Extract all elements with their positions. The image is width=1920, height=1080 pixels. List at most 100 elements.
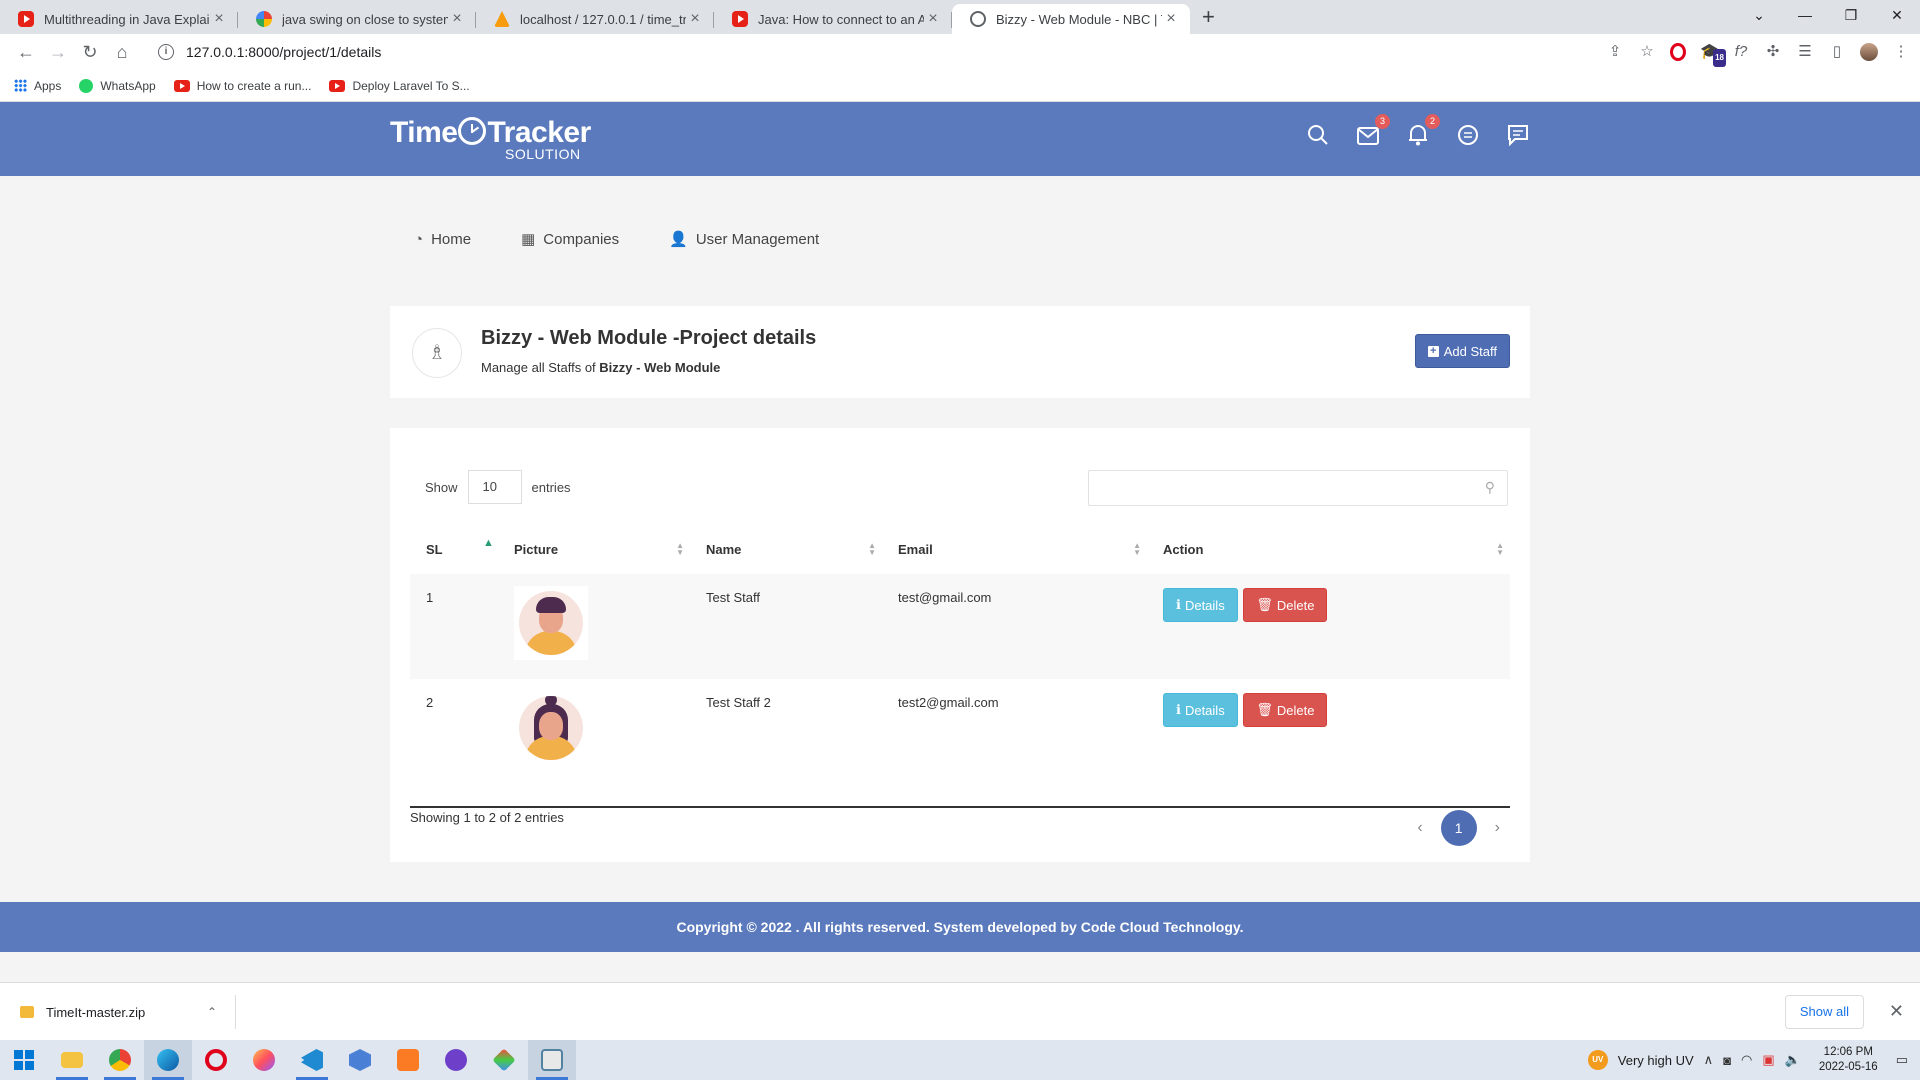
bookmark-youtube-2[interactable]: Deploy Laravel To S... (329, 79, 470, 93)
url-field[interactable]: i 127.0.0.1:8000/project/1/details (148, 38, 1596, 66)
restore-icon[interactable]: ❐ (1828, 0, 1874, 30)
taskbar-github[interactable] (432, 1040, 480, 1080)
page-button-current[interactable]: 1 (1440, 810, 1477, 846)
extension-badge-icon[interactable]: 🎓 18 (1700, 43, 1726, 67)
pdf-icon[interactable]: ▣ (1762, 1052, 1774, 1068)
building-icon: ▦ (521, 231, 536, 248)
close-icon[interactable]: ✕ (1889, 1001, 1904, 1022)
column-header-sl[interactable]: SL ▲ (410, 524, 498, 574)
browser-tab[interactable]: java swing on close to system tra × (238, 4, 476, 34)
column-header-action[interactable]: Action ▲ ▼ (1147, 524, 1510, 574)
notification-icon[interactable]: ▭ (1896, 1052, 1908, 1068)
taskbar-opera[interactable] (192, 1040, 240, 1080)
bookmark-whatsapp[interactable]: WhatsApp (79, 78, 156, 93)
reading-list-icon[interactable]: ☰ (1796, 43, 1814, 61)
taskbar-chrome[interactable] (96, 1040, 144, 1080)
add-staff-button[interactable]: + Add Staff (1414, 334, 1510, 368)
camera-icon[interactable]: ◙ (1723, 1053, 1731, 1068)
show-all-button[interactable]: Show all (1784, 995, 1864, 1029)
xampp-icon (397, 1049, 419, 1071)
taskbar-java[interactable] (528, 1040, 576, 1080)
back-icon[interactable]: ← (10, 42, 42, 63)
home-icon[interactable]: ⌂ (106, 42, 138, 63)
message-icon[interactable] (1506, 124, 1530, 148)
taskbar-vscode[interactable] (288, 1040, 336, 1080)
bookmark-star-icon[interactable]: ☆ (1638, 43, 1656, 61)
nav-item-companies[interactable]: ▦ Companies (521, 230, 619, 249)
volume-icon[interactable]: 🔈 (1785, 1052, 1801, 1068)
close-icon[interactable]: × (448, 10, 466, 28)
nav-item-user-management[interactable]: 👤 User Management (669, 230, 819, 249)
browser-tab-active[interactable]: Bizzy - Web Module - NBC | Time × (952, 4, 1190, 34)
delete-button[interactable]: 🗑 Delete (1243, 693, 1328, 727)
delete-button[interactable]: 🗑 Delete (1243, 588, 1328, 622)
puzzle-icon[interactable]: ✣ (1764, 43, 1782, 61)
minimize-icon[interactable]: — (1782, 0, 1828, 30)
taskbar-file-explorer[interactable] (48, 1040, 96, 1080)
table-search-input[interactable]: ⚲ (1088, 470, 1508, 506)
start-button[interactable] (0, 1040, 48, 1080)
opera-extension-icon[interactable] (1670, 43, 1686, 61)
weather-uv-icon[interactable]: UV (1587, 1050, 1608, 1070)
reload-icon[interactable]: ↻ (74, 42, 106, 63)
cell-sl: 1 (410, 574, 498, 679)
side-panel-icon[interactable]: ▯ (1828, 43, 1846, 61)
taskbar-app-hex[interactable] (336, 1040, 384, 1080)
browser-tab[interactable]: localhost / 127.0.0.1 / time_track × (476, 4, 714, 34)
taskbar-sourcetree[interactable] (480, 1040, 528, 1080)
details-button[interactable]: ℹ Details (1163, 588, 1238, 622)
site-info-icon[interactable]: i (158, 44, 174, 60)
chat-icon[interactable] (1456, 124, 1480, 148)
taskbar-edge[interactable] (144, 1040, 192, 1080)
browser-tab[interactable]: Multithreading in Java Explained × (0, 4, 238, 34)
menu-dots-icon[interactable]: ⋮ (1892, 43, 1910, 61)
app-header: Time Tracker SOLUTION 3 2 (0, 102, 1920, 176)
search-icon[interactable] (1306, 124, 1330, 148)
bookmark-apps[interactable]: Apps (14, 79, 61, 93)
chevron-left-icon[interactable]: ‹ (1417, 819, 1422, 837)
taskbar-xampp[interactable] (384, 1040, 432, 1080)
vscode-icon (301, 1049, 323, 1071)
chevron-up-icon[interactable]: ⌃ (207, 1005, 217, 1019)
extension-badge: 18 (1713, 49, 1726, 67)
taskbar-firefox[interactable] (240, 1040, 288, 1080)
bookmark-youtube-1[interactable]: How to create a run... (173, 79, 311, 93)
close-window-icon[interactable]: ✕ (1874, 0, 1920, 30)
browser-tab[interactable]: Java: How to connect to an API u × (714, 4, 952, 34)
staff-table: SL ▲ Picture ▲ ▼ Name ▲ ▼ Email ▲ ▼ Action ▲ ▼ 1 (410, 524, 1510, 784)
system-tray: UV Very high UV ∧ ◙ ◠ ▣ 🔈 12:06 PM 2022-… (1587, 1040, 1920, 1080)
close-icon[interactable]: × (924, 10, 942, 28)
app-logo[interactable]: Time Tracker SOLUTION (390, 116, 591, 162)
clock-date: 2022-05-16 (1818, 1061, 1878, 1073)
column-header-name[interactable]: Name ▲ ▼ (690, 524, 882, 574)
close-icon[interactable]: × (210, 10, 228, 28)
chevron-right-icon[interactable]: › (1495, 819, 1500, 837)
windows-taskbar: UV Very high UV ∧ ◙ ◠ ▣ 🔈 12:06 PM 2022-… (0, 1040, 1920, 1080)
download-item[interactable]: TimeIt-master.zip ⌃ (20, 995, 236, 1029)
chevron-down-icon[interactable]: ⌄ (1736, 0, 1782, 30)
taskbar-clock[interactable]: 12:06 PM 2022-05-16 (1819, 1045, 1878, 1075)
forward-icon[interactable]: → (42, 42, 74, 63)
new-tab-icon[interactable]: + (1202, 4, 1215, 30)
entries-select[interactable]: 10 (467, 470, 522, 504)
mail-icon[interactable]: 3 (1356, 114, 1390, 148)
share-icon[interactable]: ⇪ (1606, 43, 1624, 61)
nav-item-home[interactable]: ◔ Home (414, 230, 471, 248)
bell-icon[interactable]: 2 (1406, 114, 1440, 148)
font-extension-icon[interactable]: f? (1732, 43, 1750, 61)
column-label: Picture (514, 541, 559, 557)
details-label: Details (1184, 597, 1225, 613)
wifi-icon[interactable]: ◠ (1741, 1052, 1752, 1068)
profile-avatar[interactable] (1860, 43, 1878, 61)
column-header-picture[interactable]: Picture ▲ ▼ (498, 524, 690, 574)
column-label: SL (426, 541, 443, 557)
details-button[interactable]: ℹ Details (1163, 693, 1238, 727)
column-label: Name (706, 541, 742, 557)
download-bar: TimeIt-master.zip ⌃ Show all ✕ (0, 982, 1920, 1040)
tab-title: Java: How to connect to an API u (758, 11, 924, 27)
column-header-email[interactable]: Email ▲ ▼ (882, 524, 1147, 574)
chevron-up-icon[interactable]: ∧ (1704, 1052, 1714, 1068)
weather-text[interactable]: Very high UV (1618, 1053, 1694, 1068)
close-icon[interactable]: × (1162, 10, 1180, 28)
close-icon[interactable]: × (686, 10, 704, 28)
